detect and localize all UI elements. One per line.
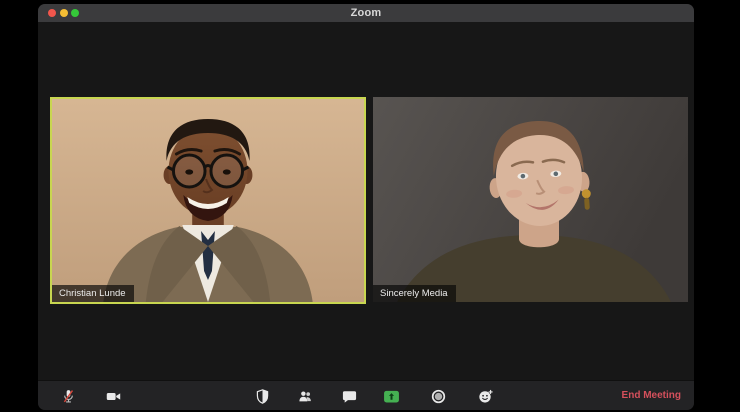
participants-button[interactable] (291, 384, 319, 408)
mute-button[interactable] (54, 384, 82, 408)
record-button[interactable] (424, 384, 452, 408)
minimize-button[interactable] (59, 8, 68, 17)
participant-name-label: Sincerely Media (373, 285, 456, 302)
security-shield-icon (256, 388, 268, 404)
maximize-button[interactable] (71, 8, 79, 17)
chat-button[interactable] (335, 384, 363, 408)
security-button[interactable] (248, 384, 276, 408)
video-tile-active-speaker[interactable]: Christian Lunde (50, 97, 366, 304)
reactions-icon (478, 389, 493, 403)
microphone-muted-icon (63, 389, 73, 402)
traffic-lights (48, 8, 79, 17)
record-icon (431, 389, 445, 403)
chat-bubble-icon (342, 390, 356, 403)
participant-name-label: Christian Lunde (52, 285, 134, 302)
participant-portrait-woman (373, 97, 688, 302)
window-title: Zoom (350, 7, 382, 19)
participant-portrait-man (52, 99, 364, 302)
zoom-window: Zoom Christian Lunde Sincerely Media End… (38, 4, 694, 410)
window-titlebar[interactable]: Zoom (38, 4, 694, 22)
share-screen-button[interactable] (377, 384, 405, 408)
video-camera-icon (106, 392, 120, 400)
desktop-background: Zoom Christian Lunde Sincerely Media End… (0, 0, 740, 412)
close-button[interactable] (48, 8, 56, 17)
video-tile-participant[interactable]: Sincerely Media (373, 97, 688, 302)
end-meeting-button[interactable]: End Meeting (622, 381, 681, 410)
meeting-toolbar: End Meeting (38, 380, 694, 410)
video-button[interactable] (99, 384, 127, 408)
participants-icon (298, 390, 311, 401)
reactions-button[interactable] (471, 384, 499, 408)
share-screen-icon (383, 390, 399, 403)
